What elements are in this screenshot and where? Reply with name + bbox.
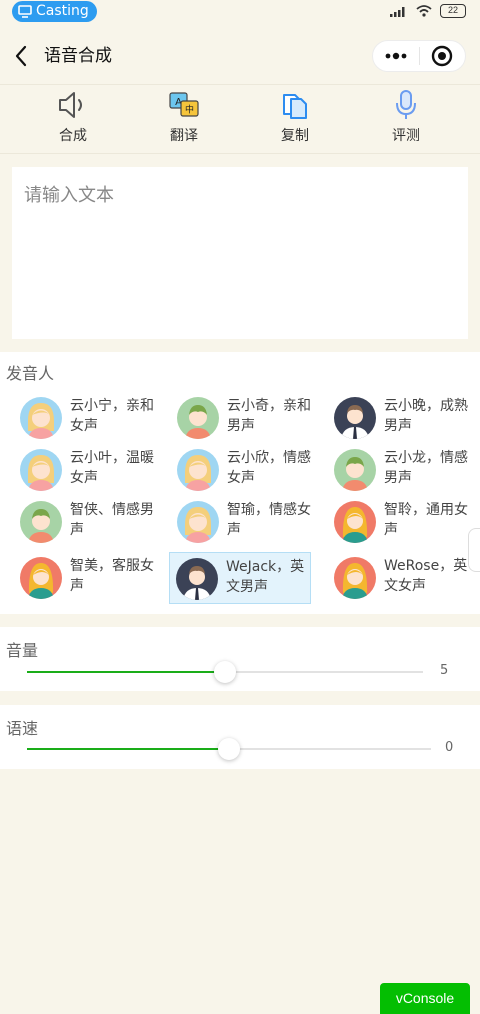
male-avatar (177, 397, 219, 439)
voice-name: 智美，客服女声 (70, 558, 154, 594)
voice-picker: 发音人 云小宁，亲和女声 云小奇，亲和男声 云小晚，成熟男声云小叶，温暖女声 云小欣，… (0, 352, 480, 614)
voice-name: WeJack，英文男声 (226, 559, 305, 595)
svg-text:中: 中 (185, 104, 194, 116)
volume-slider-fill (27, 671, 225, 673)
voice-name: 云小龙，情感男声 (384, 450, 468, 486)
battery-indicator: 22 (440, 4, 466, 18)
volume-value: 5 (440, 663, 449, 678)
status-bar: Casting 22 (0, 0, 480, 24)
voice-name: 云小晚，成熟男声 (384, 398, 468, 434)
navigation-bar: 语音合成 (0, 30, 480, 82)
text-input[interactable] (12, 167, 468, 339)
speed-card: 语速 0 (0, 705, 480, 769)
voice-name: 智聆，通用女声 (384, 502, 468, 538)
back-arrow-icon (15, 45, 27, 67)
voice-option[interactable]: WeJack，英文男声 (169, 552, 311, 604)
wifi-icon (416, 5, 432, 17)
female-avatar (20, 449, 62, 491)
voice-option[interactable]: 智聆，通用女声 (328, 496, 468, 548)
voice-name: 智瑜，情感女声 (227, 502, 311, 538)
translate-button[interactable]: A 中 翻译 (134, 89, 234, 149)
copy-icon (278, 89, 312, 121)
target-close-icon (432, 45, 453, 67)
speaker-icon (56, 89, 90, 121)
cast-screen-icon (18, 5, 32, 18)
voice-option[interactable]: 云小晚，成熟男声 (328, 392, 468, 444)
casting-label: Casting (36, 3, 89, 19)
blonde-female-avatar (334, 501, 376, 543)
microphone-icon (389, 89, 423, 121)
tool-label: 复制 (281, 128, 309, 144)
voice-option[interactable]: 云小龙，情感男声 (328, 444, 468, 496)
blonde-female-avatar (334, 557, 376, 599)
speed-slider-fill (27, 748, 229, 750)
voice-name: 云小宁，亲和女声 (70, 398, 154, 434)
voice-section-title: 发音人 (6, 364, 55, 383)
tool-label: 翻译 (170, 128, 198, 144)
blonde-female-avatar (20, 557, 62, 599)
volume-title: 音量 (6, 641, 39, 660)
action-toolbar: 合成 A 中 翻译 复制 评测 (0, 84, 480, 154)
side-drawer-handle[interactable] (468, 528, 480, 572)
close-miniprogram-button[interactable] (419, 40, 465, 72)
voice-option[interactable]: 智侠、情感男声 (14, 496, 154, 548)
signal-icon (390, 7, 405, 17)
voice-option[interactable]: 云小奇，亲和男声 (171, 392, 311, 444)
speed-slider[interactable] (27, 738, 431, 760)
voice-name: 智侠、情感男声 (70, 502, 154, 538)
more-dots-icon (385, 52, 407, 60)
voice-name: 云小叶，温暖女声 (70, 450, 154, 486)
back-button[interactable] (10, 43, 34, 69)
volume-slider[interactable] (27, 661, 423, 683)
voice-option[interactable]: 云小宁，亲和女声 (14, 392, 154, 444)
voice-option[interactable]: WeRose，英文女声 (328, 552, 468, 604)
evaluate-button[interactable]: 评测 (356, 89, 456, 149)
voice-name: WeRose，英文女声 (384, 558, 468, 594)
female-avatar (177, 501, 219, 543)
speed-value: 0 (445, 740, 454, 755)
voice-option[interactable]: 智美，客服女声 (14, 552, 154, 604)
casting-badge[interactable]: Casting (12, 1, 97, 22)
voice-name: 云小奇，亲和男声 (227, 398, 311, 434)
copy-button[interactable]: 复制 (245, 89, 345, 149)
voice-option[interactable]: 云小叶，温暖女声 (14, 444, 154, 496)
synthesize-button[interactable]: 合成 (23, 89, 123, 149)
more-button[interactable] (373, 40, 419, 72)
page-title: 语音合成 (44, 46, 112, 66)
male-avatar (20, 501, 62, 543)
volume-slider-thumb[interactable] (214, 661, 236, 683)
female-avatar (20, 397, 62, 439)
voice-option[interactable]: 云小欣，情感女声 (171, 444, 311, 496)
speed-slider-thumb[interactable] (218, 738, 240, 760)
mini-program-capsule (372, 40, 466, 72)
speed-title: 语速 (6, 719, 39, 738)
vconsole-button[interactable]: vConsole (380, 983, 470, 1014)
tool-label: 合成 (59, 128, 87, 144)
translate-icon: A 中 (167, 89, 201, 121)
volume-card: 音量 5 (0, 627, 480, 691)
male-avatar (334, 449, 376, 491)
male-suit-avatar (334, 397, 376, 439)
female-avatar (177, 449, 219, 491)
tool-label: 评测 (392, 128, 420, 144)
male-suit-avatar (176, 558, 218, 600)
voice-option[interactable]: 智瑜，情感女声 (171, 496, 311, 548)
voice-name: 云小欣，情感女声 (227, 450, 311, 486)
